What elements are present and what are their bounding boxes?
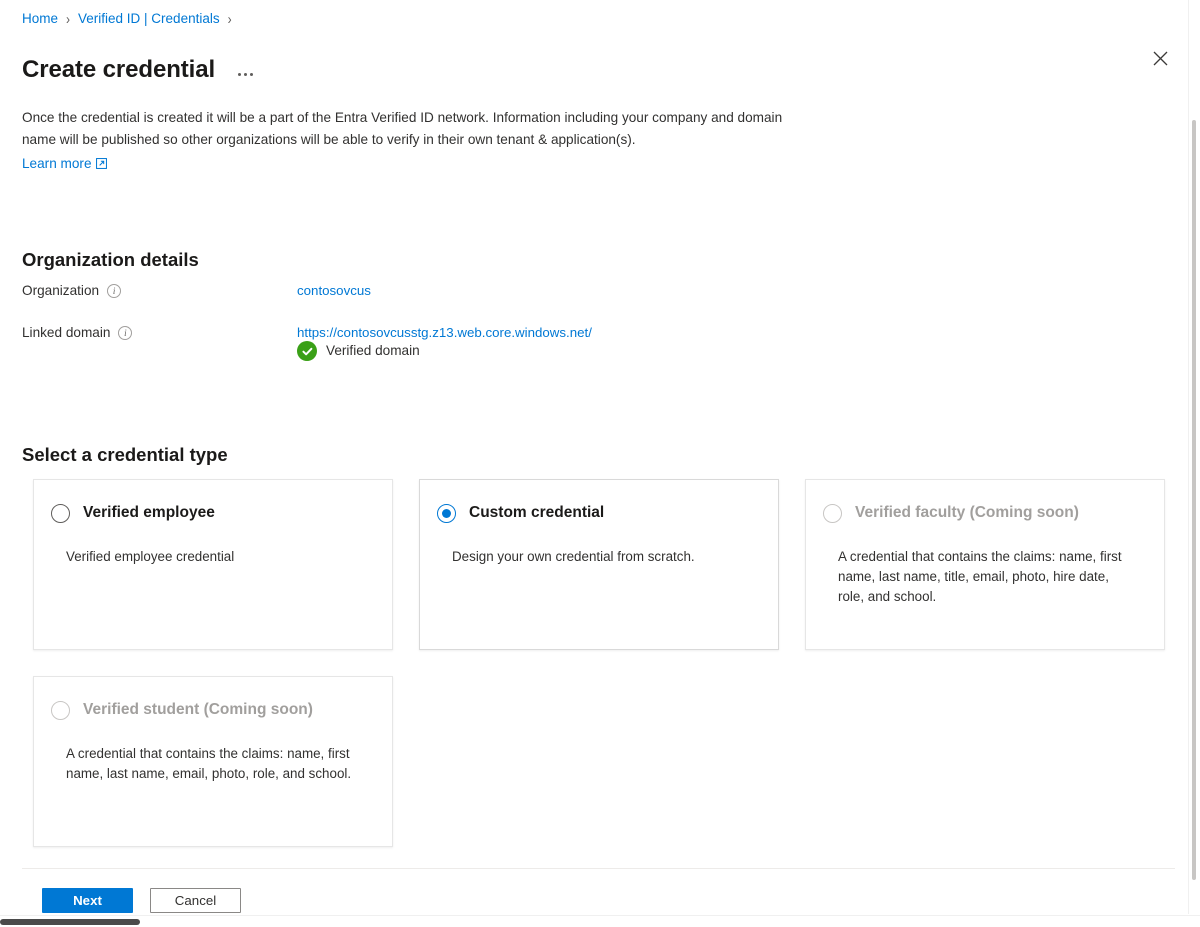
linked-domain-value-link[interactable]: https://contosovcusstg.z13.web.core.wind… (297, 323, 592, 343)
card-description: Design your own credential from scratch. (452, 549, 695, 564)
linked-domain-label-text: Linked domain (22, 325, 111, 340)
vertical-scrollbar-track[interactable] (1188, 0, 1200, 914)
organization-label: Organization i (22, 281, 122, 301)
close-icon[interactable] (1144, 42, 1176, 74)
more-options-icon[interactable] (235, 69, 256, 80)
credential-type-options: Verified employee Verified employee cred… (33, 479, 1166, 847)
vertical-scrollbar-thumb[interactable] (1192, 120, 1196, 880)
card-description: A credential that contains the claims: n… (66, 746, 352, 781)
radio-button[interactable] (51, 503, 70, 523)
verified-domain-label: Verified domain (326, 343, 420, 358)
horizontal-scrollbar-track[interactable] (0, 915, 1200, 927)
card-header: Verified student (Coming soon) (51, 699, 374, 721)
credential-option-verified-student: Verified student (Coming soon) A credent… (33, 676, 393, 847)
learn-more-label: Learn more (22, 156, 92, 171)
organization-details-heading: Organization details (22, 249, 199, 271)
credential-option-verified-employee[interactable]: Verified employee Verified employee cred… (33, 479, 393, 650)
linked-domain-field-row: Linked domain i (22, 323, 133, 343)
breadcrumb: Home › Verified ID | Credentials › (22, 9, 240, 29)
organization-field-row: Organization i (22, 281, 122, 301)
radio-button-disabled (51, 700, 70, 720)
create-credential-blade: Home › Verified ID | Credentials › Creat… (0, 0, 1200, 927)
dot (238, 72, 242, 76)
organization-label-text: Organization (22, 283, 100, 298)
credential-option-custom-credential[interactable]: Custom credential Design your own creden… (419, 479, 779, 650)
breadcrumb-item-verified-id-credentials[interactable]: Verified ID | Credentials (78, 9, 220, 29)
card-title: Custom credential (469, 504, 605, 521)
radio-button-disabled (823, 503, 842, 523)
chevron-right-icon: › (66, 10, 71, 28)
footer-actions: Next Cancel (42, 888, 241, 913)
card-header: Custom credential (437, 502, 760, 524)
horizontal-scrollbar-thumb[interactable] (0, 919, 140, 925)
chevron-right-icon: › (227, 10, 232, 28)
card-description: Verified employee credential (66, 549, 235, 564)
card-description: A credential that contains the claims: n… (838, 549, 1122, 604)
organization-value-link[interactable]: contosovcus (297, 281, 371, 301)
footer-divider (22, 868, 1175, 869)
breadcrumb-item-home[interactable]: Home (22, 9, 58, 29)
info-icon[interactable]: i (118, 326, 133, 340)
card-title: Verified employee (83, 504, 215, 521)
card-header: Verified employee (51, 502, 374, 524)
card-title: Verified student (Coming soon) (83, 701, 313, 718)
learn-more-link[interactable]: Learn more (22, 153, 107, 175)
card-header: Verified faculty (Coming soon) (823, 502, 1146, 524)
page-title: Create credential (22, 56, 216, 84)
cancel-button[interactable]: Cancel (150, 888, 241, 913)
next-button[interactable]: Next (42, 888, 133, 913)
intro-text: Once the credential is created it will b… (22, 110, 783, 147)
verified-domain-status: Verified domain (297, 341, 420, 361)
dot (250, 72, 254, 76)
credential-option-verified-faculty: Verified faculty (Coming soon) A credent… (805, 479, 1165, 650)
info-icon[interactable]: i (107, 284, 122, 298)
card-title: Verified faculty (Coming soon) (855, 504, 1079, 521)
radio-button-selected[interactable] (437, 503, 456, 523)
external-link-icon (95, 158, 107, 170)
credential-type-heading: Select a credential type (22, 444, 228, 466)
dot (244, 72, 248, 76)
linked-domain-label: Linked domain i (22, 323, 133, 343)
check-circle-icon (297, 341, 317, 361)
title-row: Create credential (22, 38, 256, 102)
intro-section: Once the credential is created it will b… (22, 107, 788, 175)
